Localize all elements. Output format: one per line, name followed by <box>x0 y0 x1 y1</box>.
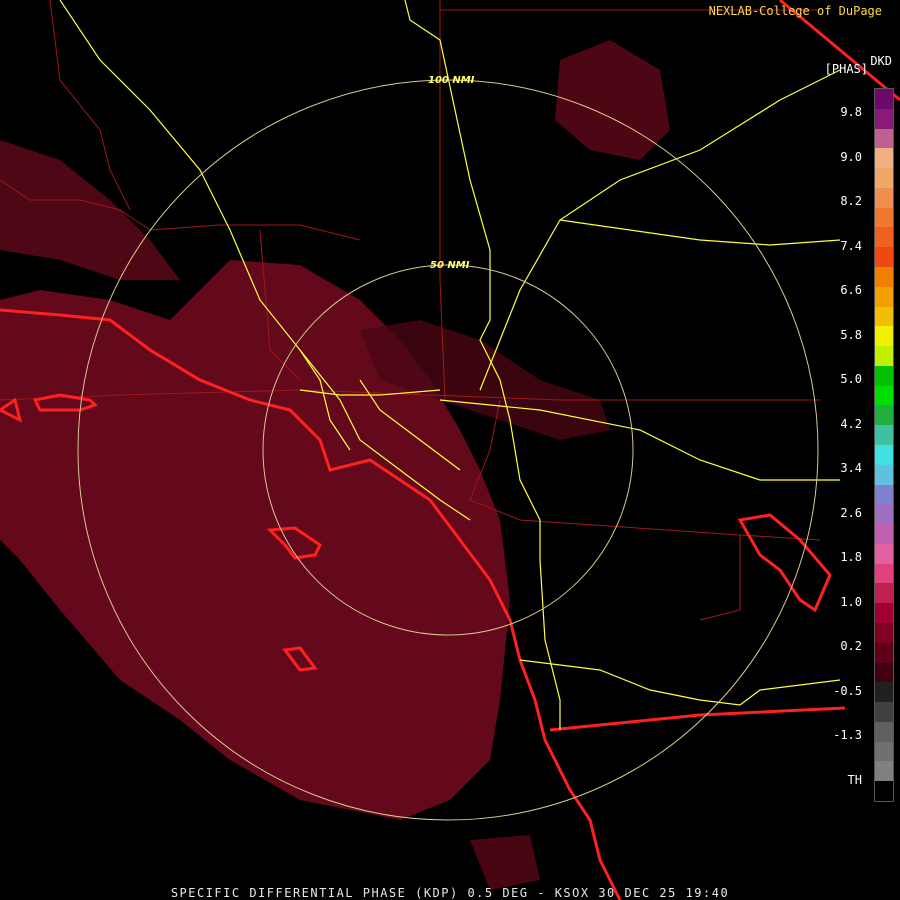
product-code: DKD <box>870 54 892 68</box>
color-scale-swatch <box>875 741 893 762</box>
color-scale-swatch <box>875 504 893 525</box>
units-label: [PHAS] <box>824 62 868 76</box>
color-scale-swatch <box>875 543 893 565</box>
color-scale-swatch <box>875 682 893 703</box>
color-scale <box>874 88 894 802</box>
color-scale-tick-label: 8.2 <box>840 194 862 208</box>
credit-label: NEXLAB-College of DuPage <box>708 4 882 18</box>
precip-echo-north <box>0 140 180 280</box>
color-scale-swatch <box>875 563 893 584</box>
color-scale-swatch <box>875 524 893 545</box>
color-scale-swatch <box>875 346 893 367</box>
color-scale-swatch <box>875 247 893 268</box>
color-scale-swatch <box>875 267 893 288</box>
color-scale-swatch <box>875 207 893 228</box>
precip-echo-south <box>470 835 540 890</box>
color-scale-tick-label: 5.8 <box>840 327 862 342</box>
color-scale-tick-label: 9.8 <box>840 105 862 119</box>
color-scale-swatch <box>875 623 893 644</box>
color-scale-tick-label: 3.4 <box>840 461 862 475</box>
color-scale-swatch <box>875 108 893 130</box>
color-scale-swatch <box>875 128 893 149</box>
color-scale-swatch <box>875 385 893 406</box>
color-scale-swatch <box>875 227 893 248</box>
range-ring-label-50: 50 NMI <box>430 260 470 271</box>
color-scale-tick-label: 6.6 <box>840 283 862 297</box>
color-scale-tick-label: 1.8 <box>840 550 862 564</box>
color-scale-swatch <box>875 365 893 387</box>
footer-caption: SPECIFIC DIFFERENTIAL PHASE (KDP) 0.5 DE… <box>170 886 730 900</box>
color-scale-tick-label: 5.0 <box>840 372 862 386</box>
color-scale-swatch <box>875 89 893 110</box>
range-ring-label-100: 100 NMI <box>428 75 475 86</box>
color-scale-swatch <box>875 326 893 347</box>
color-scale-swatch <box>875 484 893 505</box>
color-scale-tick-label: 4.2 <box>840 416 862 431</box>
color-scale-tick-label: 7.4 <box>840 238 862 253</box>
color-scale-tick-label: -0.5 <box>833 683 862 698</box>
echo-layer <box>0 40 670 890</box>
color-scale-swatch <box>875 702 893 723</box>
color-scale-tick-label: 9.0 <box>840 149 862 164</box>
color-scale-swatch <box>875 781 893 802</box>
color-scale-swatch <box>875 405 893 426</box>
radar-map: 100 NMI 50 NMI <box>0 0 900 900</box>
color-scale-swatch <box>875 286 893 308</box>
state-border <box>549 706 846 732</box>
color-scale-swatch <box>875 761 893 782</box>
color-scale-tick-label: 0.2 <box>840 639 862 653</box>
color-scale-swatch <box>875 187 893 209</box>
color-scale-swatch <box>875 168 893 189</box>
color-scale-swatch <box>875 445 893 466</box>
color-scale-tick-label: -1.3 <box>833 728 862 742</box>
color-scale-swatch <box>875 721 893 743</box>
color-scale-swatch <box>875 603 893 624</box>
color-scale-tick-label: 2.6 <box>840 505 862 520</box>
color-scale-tick-label: 1.0 <box>840 594 862 609</box>
color-scale-swatch <box>875 583 893 604</box>
color-scale-swatch <box>875 464 893 486</box>
color-scale-swatch <box>875 662 893 683</box>
lake-outline <box>737 513 832 613</box>
color-scale-swatch <box>875 425 893 446</box>
color-scale-swatch <box>875 148 893 169</box>
color-scale-tick-label: TH <box>847 772 862 787</box>
color-scale-swatch <box>875 306 893 327</box>
color-scale-swatch <box>875 642 893 664</box>
